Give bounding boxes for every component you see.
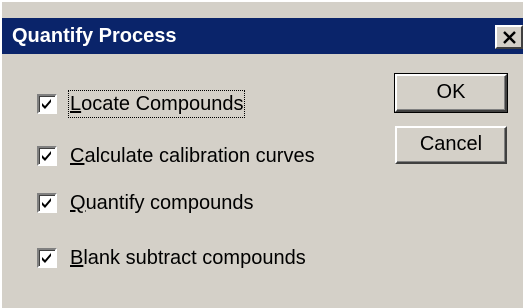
checkmark-icon (42, 198, 51, 208)
calculate-calibration-curves-label[interactable]: Calculate calibration curves (70, 144, 315, 168)
blank-subtract-compounds-label[interactable]: Blank subtract compounds (70, 246, 306, 270)
title-bar[interactable]: Quantify Process (2, 18, 523, 54)
ok-button[interactable]: OK (394, 73, 508, 113)
checkmark-icon (42, 151, 51, 161)
checkmark-icon (42, 253, 51, 263)
cancel-button[interactable]: Cancel (395, 126, 507, 164)
close-button[interactable] (495, 25, 523, 49)
blank-subtract-compounds-checkbox[interactable] (37, 248, 57, 268)
quantify-compounds-checkbox[interactable] (37, 193, 57, 213)
calculate-calibration-curves-checkbox[interactable] (37, 146, 57, 166)
quantify-compounds-label[interactable]: Quantify compounds (70, 191, 253, 215)
dialog-title: Quantify Process (12, 25, 177, 47)
locate-compounds-label[interactable]: Locate Compounds (67, 90, 246, 118)
quantify-process-dialog: Quantify Process Locate Compounds Calcul… (0, 0, 523, 308)
checkmark-icon (42, 99, 51, 109)
locate-compounds-checkbox[interactable] (37, 94, 57, 114)
